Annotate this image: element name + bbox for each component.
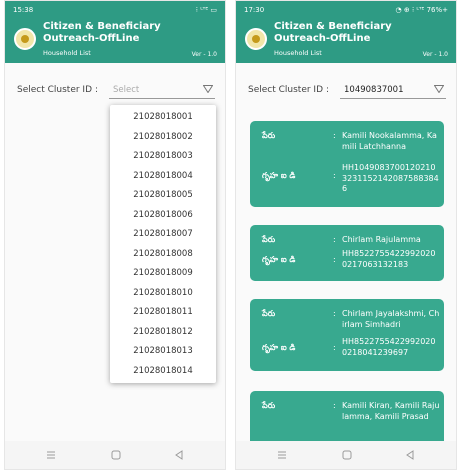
cluster-option[interactable]: 21028018002 <box>110 128 216 148</box>
status-time: 15:38 <box>13 5 34 14</box>
name-key: పేరు <box>262 131 276 140</box>
home-icon[interactable] <box>341 449 353 461</box>
household-card[interactable]: పేరు : Chirlam Jayalakshmi, Chirlam Simh… <box>250 299 444 371</box>
household-name: Chirlam Rajulamma <box>342 235 421 244</box>
cluster-dropdown-list: 21028018001 21028018002 21028018003 2102801… <box>110 105 216 383</box>
cluster-value: 10490837001 <box>344 85 404 95</box>
household-name: Chirlam Jayalakshmi, Chirlam Simhadri <box>342 309 440 329</box>
cluster-option[interactable]: 21028018012 <box>110 323 216 343</box>
cluster-option[interactable]: 21028018011 <box>110 303 216 323</box>
home-icon[interactable] <box>110 449 122 461</box>
household-card[interactable]: పేరు : Chirlam Rajulamma గృహ ఐ డి : HH85… <box>250 225 444 281</box>
version-label: Ver - 1.0 <box>422 51 448 58</box>
screen-household-list: 17:30 ◔ ⊕ ⁝ ᴸᵀᴱ 76%+ Citizen & Beneficia… <box>235 0 457 470</box>
back-icon[interactable] <box>404 449 416 461</box>
app-title-line2: Outreach-OffLine <box>274 33 371 44</box>
cluster-option[interactable]: 21028018007 <box>110 225 216 245</box>
app-title-line1: Citizen & Beneficiary <box>274 21 392 32</box>
cluster-dropdown[interactable]: 10490837001 <box>340 81 446 99</box>
cluster-option[interactable]: 21028018005 <box>110 186 216 206</box>
cluster-select-row: Select Cluster ID : Select <box>5 81 225 101</box>
cluster-colon: : <box>95 85 99 95</box>
house-id: HH104908370012021032311521420875883846 <box>342 163 439 193</box>
menu-icon[interactable] <box>45 449 57 461</box>
card-colon: : <box>333 255 336 264</box>
name-key: పేరు <box>262 235 276 244</box>
cluster-label: Select Cluster ID <box>17 85 93 95</box>
cluster-option[interactable]: 21028018001 <box>110 108 216 128</box>
app-header: Citizen & Beneficiary Outreach-OffLine H… <box>236 18 456 63</box>
status-time: 17:30 <box>244 5 265 14</box>
card-colon: : <box>333 131 336 140</box>
app-header: Citizen & Beneficiary Outreach-OffLine H… <box>5 18 225 63</box>
card-colon: : <box>333 309 336 318</box>
system-nav-bar <box>5 441 225 469</box>
house-id: HH85227554229920200217063132183 <box>342 249 436 269</box>
screen-cluster-dropdown: 15:38 ⁝ ᴸᵀᴱ ▭ Citizen & Beneficiary Outr… <box>4 0 226 470</box>
cluster-colon: : <box>326 85 330 95</box>
card-colon: : <box>333 171 336 180</box>
house-id-key: గృహ ఐ డి <box>262 171 296 180</box>
cluster-option[interactable]: 21028018008 <box>110 245 216 265</box>
app-title: Citizen & Beneficiary Outreach-OffLine <box>43 21 161 45</box>
cluster-option[interactable]: 21028018004 <box>110 167 216 187</box>
version-label: Ver - 1.0 <box>191 51 217 58</box>
chevron-down-icon <box>434 85 444 93</box>
app-title: Citizen & Beneficiary Outreach-OffLine <box>274 21 392 45</box>
house-id-key: గృహ ఐ డి <box>262 343 296 352</box>
status-indicators: ◔ ⊕ ⁝ ᴸᵀᴱ 76%+ <box>395 5 448 14</box>
household-name: Kamili Kiran, Kamili Rajulamma, Kamili P… <box>342 401 440 421</box>
house-id-key: గృహ ఐ డి <box>262 255 296 264</box>
status-bar: 17:30 ◔ ⊕ ⁝ ᴸᵀᴱ 76%+ <box>236 1 456 18</box>
card-colon: : <box>333 401 336 410</box>
cluster-placeholder: Select <box>113 85 140 95</box>
card-colon: : <box>333 343 336 352</box>
app-subtitle: Household List <box>43 49 91 57</box>
name-key: పేరు <box>262 401 276 410</box>
menu-icon[interactable] <box>276 449 288 461</box>
status-indicators: ⁝ ᴸᵀᴱ ▭ <box>195 5 217 14</box>
chevron-down-icon <box>203 85 213 93</box>
status-bar: 15:38 ⁝ ᴸᵀᴱ ▭ <box>5 1 225 18</box>
app-title-line1: Citizen & Beneficiary <box>43 21 161 32</box>
card-colon: : <box>333 235 336 244</box>
app-logo-icon <box>245 28 267 50</box>
app-title-line2: Outreach-OffLine <box>43 33 140 44</box>
cluster-option[interactable]: 21028018009 <box>110 264 216 284</box>
system-nav-bar <box>236 441 456 469</box>
household-name: Kamili Nookalamma, Kamili Latchhanna <box>342 131 437 151</box>
cluster-option[interactable]: 21028018010 <box>110 284 216 304</box>
cluster-select-row: Select Cluster ID : 10490837001 <box>236 81 456 101</box>
app-subtitle: Household List <box>274 49 322 57</box>
cluster-option[interactable]: 21028018014 <box>110 362 216 382</box>
cluster-label: Select Cluster ID <box>248 85 324 95</box>
app-logo-icon <box>14 28 36 50</box>
cluster-option[interactable]: 21028018013 <box>110 342 216 362</box>
back-icon[interactable] <box>173 449 185 461</box>
cluster-option[interactable]: 21028018006 <box>110 206 216 226</box>
name-key: పేరు <box>262 309 276 318</box>
cluster-option[interactable]: 21028018003 <box>110 147 216 167</box>
household-card[interactable]: పేరు : Kamili Nookalamma, Kamili Latchha… <box>250 121 444 207</box>
cluster-dropdown[interactable]: Select <box>109 81 215 99</box>
house-id: HH85227554229920200218041239697 <box>342 337 436 357</box>
